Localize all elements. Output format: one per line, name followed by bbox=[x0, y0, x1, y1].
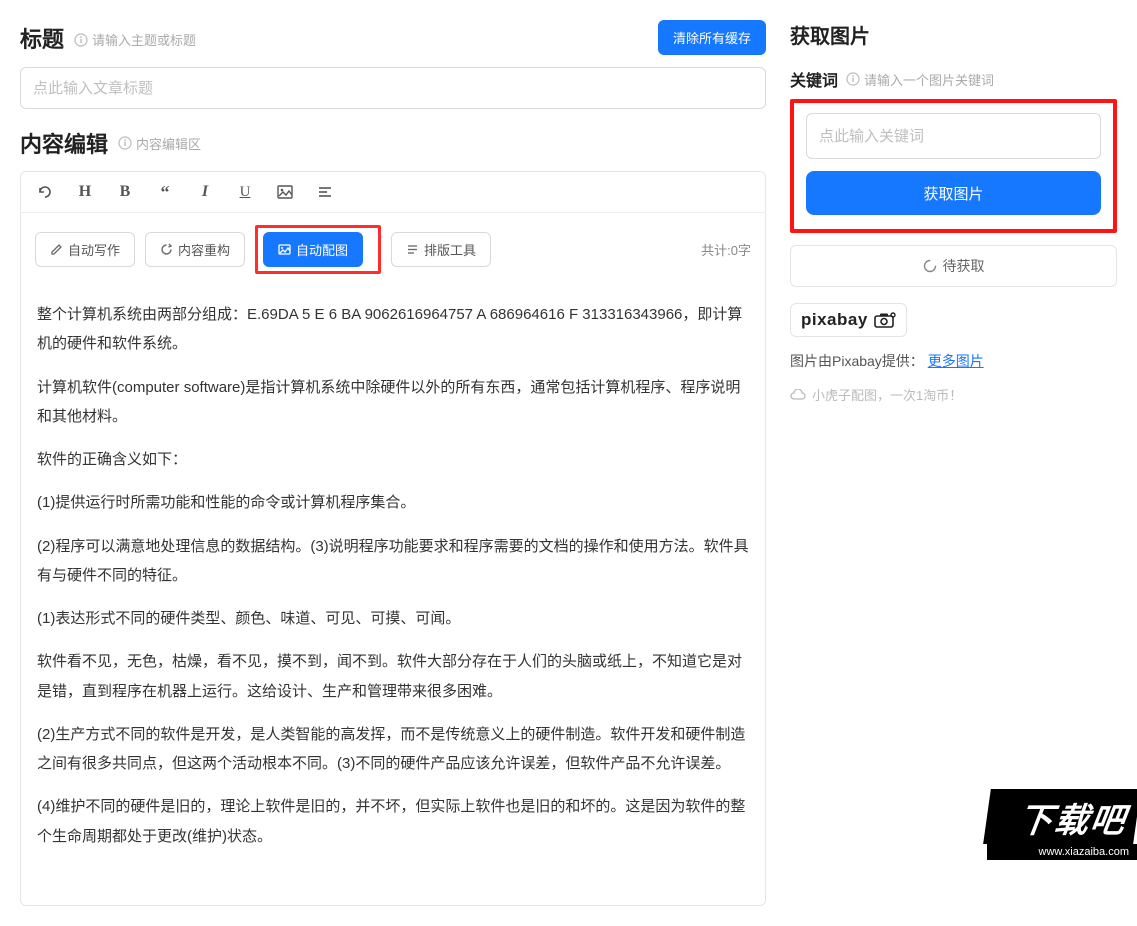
pencil-icon bbox=[50, 243, 63, 256]
quote-icon[interactable]: “ bbox=[155, 182, 175, 202]
fetch-status: 待获取 bbox=[790, 245, 1117, 287]
title-section-label: 标题 bbox=[20, 22, 64, 54]
bold-icon[interactable]: B bbox=[115, 182, 135, 202]
paragraph: 软件的正确含义如下： bbox=[37, 445, 749, 474]
keyword-hint: 请输入一个图片关键词 bbox=[846, 70, 994, 89]
title-section-hint: 请输入主题或标题 bbox=[74, 30, 196, 49]
undo-icon[interactable] bbox=[35, 182, 55, 202]
provider-row: 图片由Pixabay提供： 更多图片 bbox=[790, 351, 1117, 371]
main-column: 标题 请输入主题或标题 清除所有缓存 内容编辑 内容编辑区 bbox=[0, 0, 782, 926]
char-count: 共计:0字 bbox=[701, 240, 751, 259]
editor-content[interactable]: 整个计算机系统由两部分组成：E.69DA 5 E 6 BA 9062616964… bbox=[21, 286, 765, 905]
pixabay-badge: pixabay bbox=[790, 303, 907, 337]
camera-icon bbox=[874, 312, 896, 328]
paragraph: (2)生产方式不同的软件是开发，是人类智能的高发挥，而不是传统意义上的硬件制造。… bbox=[37, 720, 749, 779]
highlight-frame: 自动配图 bbox=[255, 225, 381, 274]
underline-icon[interactable]: U bbox=[235, 182, 255, 202]
paragraph: (1)表达形式不同的硬件类型、颜色、味道、可见、可摸、可闻。 bbox=[37, 604, 749, 633]
paragraph: (2)程序可以满意地处理信息的数据结构。(3)说明程序功能要求和程序需要的文档的… bbox=[37, 532, 749, 591]
editor-box: H B “ I U 自动写作 内容重构 bbox=[20, 171, 766, 906]
sidebar-title: 获取图片 bbox=[790, 20, 1117, 49]
edit-section-label: 内容编辑 bbox=[20, 127, 108, 159]
heading-icon[interactable]: H bbox=[75, 182, 95, 202]
paragraph: (4)维护不同的硬件是旧的，理论上软件是旧的，并不坏，但实际上软件也是旧的和坏的… bbox=[37, 792, 749, 851]
action-toolbar: 自动写作 内容重构 自动配图 排版工具 共计:0字 bbox=[21, 213, 765, 286]
paragraph: 软件看不见，无色，枯燥，看不见，摸不到，闻不到。软件大部分存在于人们的头脑或纸上… bbox=[37, 647, 749, 706]
keyword-label: 关键词 bbox=[790, 67, 838, 91]
italic-icon[interactable]: I bbox=[195, 182, 215, 202]
auto-image-button[interactable]: 自动配图 bbox=[263, 232, 363, 267]
pixabay-logo-text: pixabay bbox=[801, 310, 868, 330]
align-icon[interactable] bbox=[315, 182, 335, 202]
auto-write-button[interactable]: 自动写作 bbox=[35, 232, 135, 267]
paragraph: (1)提供运行时所需功能和性能的命令或计算机程序集合。 bbox=[37, 488, 749, 517]
tip-row: 小虎子配图，一次1淘币！ bbox=[790, 385, 1117, 404]
keyword-input[interactable] bbox=[806, 113, 1101, 159]
article-title-input[interactable] bbox=[20, 67, 766, 109]
paragraph: 整个计算机系统由两部分组成：E.69DA 5 E 6 BA 9062616964… bbox=[37, 300, 749, 359]
keyword-highlight-frame: 获取图片 bbox=[790, 99, 1117, 233]
paragraph: 计算机软件(computer software)是指计算机系统中除硬件以外的所有… bbox=[37, 373, 749, 432]
restructure-button[interactable]: 内容重构 bbox=[145, 232, 245, 267]
sidebar: 获取图片 关键词 请输入一个图片关键词 获取图片 待获取 pixabay bbox=[782, 0, 1137, 926]
typeset-button[interactable]: 排版工具 bbox=[391, 232, 491, 267]
info-icon bbox=[74, 33, 88, 47]
cloud-icon bbox=[790, 389, 806, 401]
clear-cache-button[interactable]: 清除所有缓存 bbox=[658, 20, 766, 55]
info-icon bbox=[118, 136, 132, 150]
typeset-icon bbox=[406, 243, 419, 256]
picture-icon bbox=[278, 243, 291, 256]
refresh-icon bbox=[160, 243, 173, 256]
title-header-row: 标题 请输入主题或标题 清除所有缓存 bbox=[20, 20, 766, 55]
edit-section-hint: 内容编辑区 bbox=[118, 134, 201, 153]
loading-icon bbox=[923, 259, 937, 273]
fetch-image-button[interactable]: 获取图片 bbox=[806, 171, 1101, 215]
image-icon[interactable] bbox=[275, 182, 295, 202]
format-toolbar: H B “ I U bbox=[21, 172, 765, 213]
more-images-link[interactable]: 更多图片 bbox=[928, 353, 984, 369]
info-icon bbox=[846, 72, 860, 86]
